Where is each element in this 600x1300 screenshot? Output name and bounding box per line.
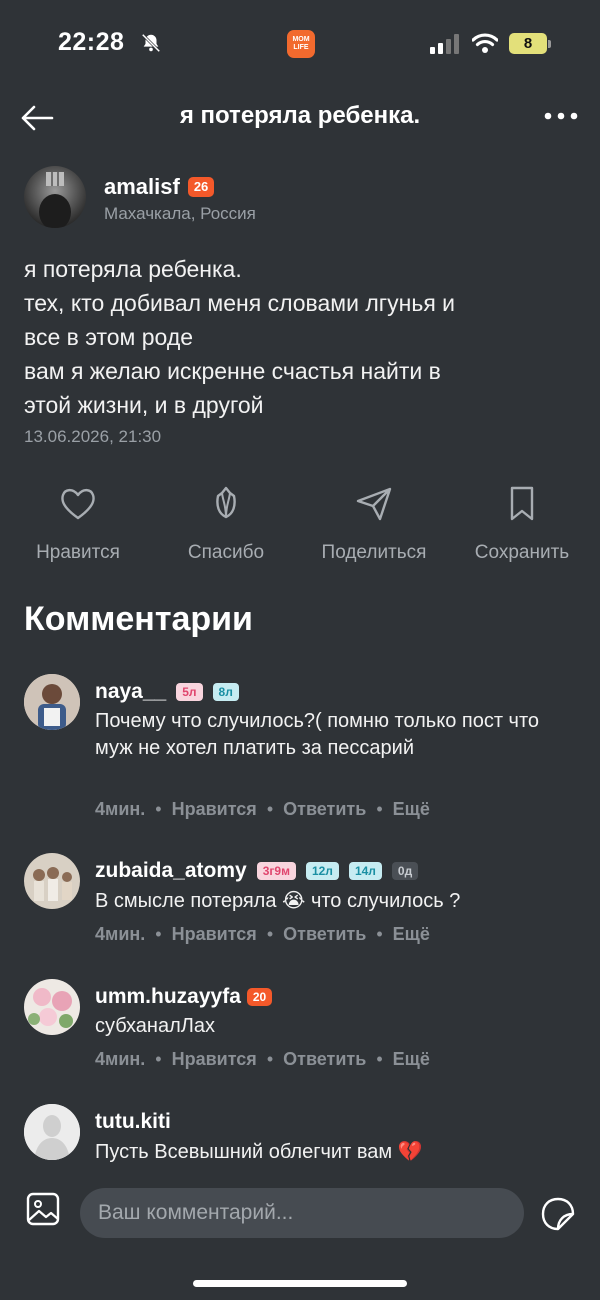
app-logo: MOM LIFE [287,30,315,58]
save-button[interactable]: Сохранить [447,484,597,564]
post-line: тех, кто добивал меня словами лгунья и [24,290,456,316]
comment-like-link[interactable]: Нравится [172,924,257,944]
comment-text: Почему что случилось?( помню только пост… [95,710,540,759]
comment-more-link[interactable]: Ещё [393,799,430,819]
comment-reply-link[interactable]: Ответить [283,799,366,819]
status-time: 22:28 [58,28,125,56]
comment-avatar-image [24,853,80,909]
comment-meta: 4мин. • Нравится • Ответить • Ещё [95,799,430,819]
comment-header: zubaida_atomy 3г9м 12л 14л 0д [95,859,419,883]
home-indicator [193,1280,407,1287]
like-label: Нравится [36,542,120,563]
comment-meta: 4мин. • Нравится • Ответить • Ещё [95,924,430,944]
thanks-label: Спасибо [187,542,265,563]
comment-header: umm.huzayyfa 20 [95,985,273,1009]
like-button[interactable]: Нравится [3,484,153,564]
share-button[interactable]: Поделиться [299,484,449,564]
child-age-tag: 3г9м [256,862,296,880]
bookmark-icon [510,486,534,521]
comment-time: 4мин. [95,799,146,819]
more-options-icon[interactable] [544,112,578,120]
author-name[interactable]: amalisf [104,174,180,200]
comment-reply-link[interactable]: Ответить [283,924,366,944]
author-location: Махачкала, Россия [104,204,256,223]
comment-avatar-image [24,979,80,1035]
child-age-tag: 12л [305,862,339,880]
heart-icon [61,488,95,520]
save-label: Сохранить [474,542,570,563]
author-avatar-image [39,172,71,228]
comment-reply-link[interactable]: Ответить [283,1049,366,1069]
child-age-tag: 0д [391,862,419,880]
comment-header: naya__ 5л 8л [95,680,239,704]
tulip-icon [216,486,236,519]
battery-tip [548,40,551,48]
comment-time: 4мин. [95,1049,146,1069]
comment-avatar[interactable] [24,1104,80,1160]
author-badge: 26 [187,177,215,197]
thanks-button[interactable]: Спасибо [151,484,301,564]
wifi-icon [472,33,498,53]
post-line: вам я желаю искренне счастья найти в [24,358,441,384]
child-age-tag: 5л [176,683,203,701]
post-body: я потеряла ребенка. тех, кто добивал мен… [24,252,574,422]
gallery-image-icon[interactable] [26,1192,60,1226]
comment-username[interactable]: umm.huzayyfa [95,985,241,1009]
comment-text: субханалЛах [95,1015,215,1037]
post-line: я потеряла ребенка. [24,256,242,282]
post-line: все в этом роде [24,324,194,350]
comment-meta: 4мин. • Нравится • Ответить • Ещё [95,1049,430,1069]
comment-input[interactable] [80,1188,524,1238]
comment-avatar-image [24,674,80,730]
comment-avatar[interactable] [24,674,80,730]
comment-time: 4мин. [95,924,146,944]
comment-like-link[interactable]: Нравится [172,1049,257,1069]
comment-username[interactable]: naya__ [95,680,166,704]
user-badge: 20 [246,988,273,1006]
comment-text: Пусть Всевышний облегчит вам 💔 [95,1141,423,1163]
page-title: я потеряла ребенка. [179,102,421,129]
send-icon [356,487,392,521]
default-avatar-icon [24,1104,80,1160]
post-line: этой жизни, и в другой [24,392,264,418]
comment-username[interactable]: tutu.kiti [95,1110,171,1134]
comments-heading: Комментарии [24,600,253,638]
comment-header: tutu.kiti [95,1110,171,1134]
comment-more-link[interactable]: Ещё [393,924,430,944]
child-age-tag: 8л [212,683,239,701]
comment-username[interactable]: zubaida_atomy [95,859,247,883]
sticker-icon[interactable] [540,1196,576,1232]
comment-avatar[interactable] [24,979,80,1035]
comment-text: В смысле потеряла 😭 что случилось ? [95,890,461,912]
share-label: Поделиться [321,542,427,563]
comment-like-link[interactable]: Нравится [172,799,257,819]
child-age-tag: 14л [348,862,382,880]
author-name-row[interactable]: amalisf 26 [104,174,215,200]
author-avatar[interactable] [24,166,86,228]
comment-avatar[interactable] [24,853,80,909]
post-date: 13.06.2026, 21:30 [24,427,162,446]
battery-indicator: 8 [509,33,547,54]
signal-icon [430,34,459,54]
bell-muted-icon [141,33,161,53]
comment-more-link[interactable]: Ещё [393,1049,430,1069]
